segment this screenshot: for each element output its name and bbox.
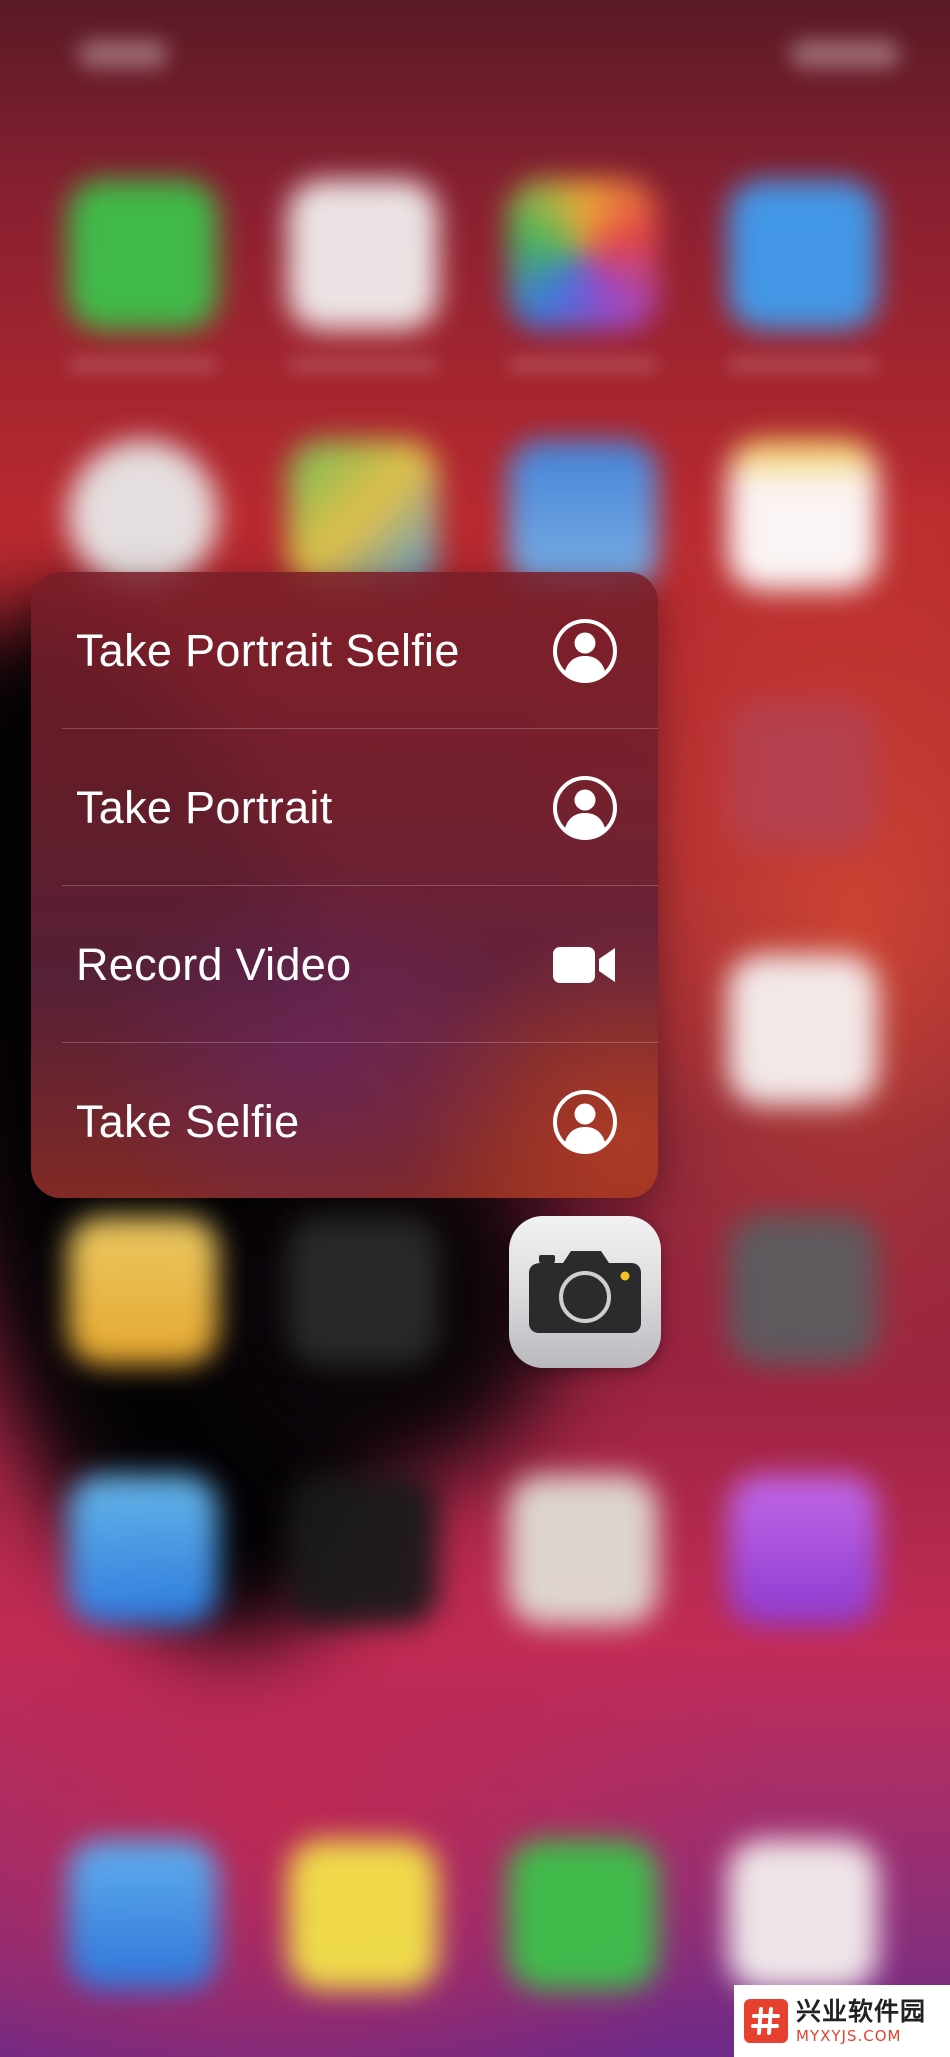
person-circle-icon xyxy=(550,616,620,686)
app-icon-blurred[interactable] xyxy=(728,1215,878,1365)
menu-item-take-portrait[interactable]: Take Portrait xyxy=(31,729,658,886)
hash-logo-icon xyxy=(744,1999,788,2043)
app-icon-blurred[interactable] xyxy=(728,1475,878,1625)
app-icon-blurred[interactable] xyxy=(68,440,218,590)
camera-app-icon[interactable] xyxy=(509,1216,661,1368)
camera-quick-actions-menu: Take Portrait Selfie Take Portrait Recor… xyxy=(31,572,658,1198)
app-icon-blurred[interactable] xyxy=(728,700,878,850)
dock-app-blurred[interactable] xyxy=(68,1840,218,1990)
dock-app-blurred[interactable] xyxy=(728,1840,878,1990)
dock-app-blurred[interactable] xyxy=(288,1840,438,1990)
app-icon-blurred[interactable] xyxy=(288,440,438,590)
home-screen: Take Portrait Selfie Take Portrait Recor… xyxy=(0,0,950,2057)
app-icon-blurred[interactable] xyxy=(728,955,878,1105)
video-camera-icon xyxy=(550,930,620,1000)
menu-item-label: Take Portrait xyxy=(76,781,333,833)
app-label-blurred xyxy=(288,358,438,372)
app-icon-blurred[interactable] xyxy=(288,1475,438,1625)
menu-item-record-video[interactable]: Record Video xyxy=(31,886,658,1043)
app-label-blurred xyxy=(508,358,658,372)
camera-icon xyxy=(527,1247,643,1338)
app-icon-blurred[interactable] xyxy=(508,180,658,330)
status-time xyxy=(78,40,168,68)
dock-app-blurred[interactable] xyxy=(508,1840,658,1990)
menu-item-label: Take Portrait Selfie xyxy=(76,624,460,676)
app-icon-blurred[interactable] xyxy=(68,1475,218,1625)
person-circle-icon xyxy=(550,773,620,843)
watermark-url: MYXYJS.COM xyxy=(796,2026,902,2045)
status-indicators xyxy=(790,40,900,68)
app-label-blurred xyxy=(728,358,878,372)
app-icon-blurred[interactable] xyxy=(508,440,658,590)
menu-item-label: Take Selfie xyxy=(76,1095,300,1147)
app-icon-blurred[interactable] xyxy=(288,1215,438,1365)
menu-item-take-portrait-selfie[interactable]: Take Portrait Selfie xyxy=(31,572,658,729)
person-circle-icon xyxy=(550,1087,620,1157)
app-icon-blurred[interactable] xyxy=(288,180,438,330)
app-icon-blurred[interactable] xyxy=(68,1215,218,1365)
app-label-blurred xyxy=(68,358,218,372)
menu-item-label: Record Video xyxy=(76,938,352,990)
app-icon-blurred[interactable] xyxy=(728,440,878,590)
app-icon-blurred[interactable] xyxy=(728,180,878,330)
app-icon-blurred[interactable] xyxy=(68,180,218,330)
menu-item-take-selfie[interactable]: Take Selfie xyxy=(31,1043,658,1198)
watermark-title: 兴业软件园 xyxy=(796,1996,927,2026)
app-icon-blurred[interactable] xyxy=(508,1475,658,1625)
watermark-logo: 兴业软件园 MYXYJS.COM xyxy=(734,1985,950,2057)
